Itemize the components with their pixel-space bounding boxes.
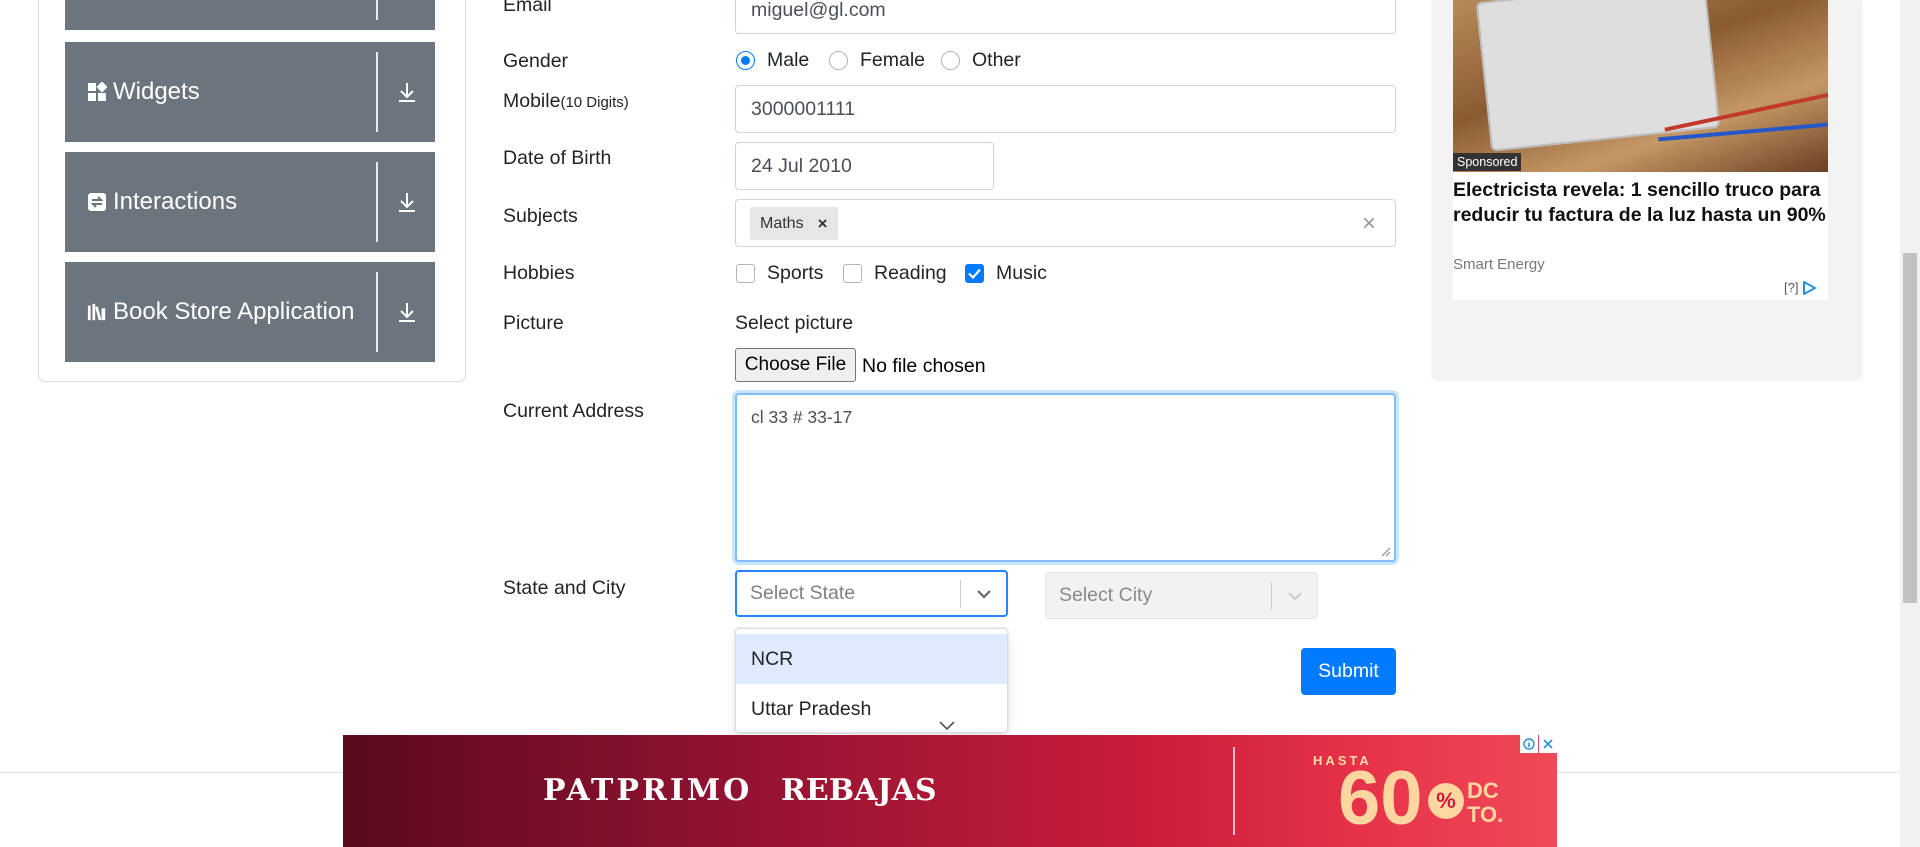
- banner-sale-text: REBAJAS: [781, 773, 937, 808]
- chevron-down-icon: [939, 721, 955, 731]
- banner-dcto-2: TO.: [1467, 802, 1504, 827]
- sidebar-group-widgets[interactable]: Widgets: [65, 42, 435, 142]
- state-option-ncr[interactable]: NCR: [736, 634, 1007, 684]
- radio-dot: [829, 51, 848, 70]
- email-label: Email: [503, 0, 552, 16]
- dob-field[interactable]: 24 Jul 2010: [735, 142, 994, 190]
- dob-label: Date of Birth: [503, 147, 612, 169]
- mobile-hint: (10 Digits): [560, 94, 629, 111]
- banner-brand: PATPRIMO: [543, 773, 753, 808]
- sidebar-group-book-store[interactable]: Book Store Application: [65, 262, 435, 362]
- banner-dcto-1: DC: [1467, 778, 1499, 803]
- hobby-reading-checkbox[interactable]: Reading: [843, 262, 947, 285]
- subject-chip-label: Maths: [760, 214, 804, 232]
- sidebar-group-label: Book Store Application: [113, 298, 355, 325]
- download-icon: [378, 81, 435, 103]
- gender-other-radio[interactable]: Other: [941, 49, 1021, 72]
- checkbox-label: Music: [996, 262, 1047, 284]
- address-value: cl 33 # 33-17: [751, 407, 853, 427]
- widgets-icon: [87, 82, 107, 102]
- close-icon[interactable]: [1539, 735, 1557, 753]
- city-placeholder: Select City: [1059, 584, 1153, 606]
- checkbox-label: Reading: [874, 262, 947, 284]
- ad-headline[interactable]: Electricista revela: 1 sencillo truco pa…: [1453, 178, 1828, 228]
- interactions-icon: [87, 192, 107, 212]
- sidebar-group-label: Interactions: [113, 188, 238, 215]
- address-textarea[interactable]: cl 33 # 33-17: [735, 393, 1396, 562]
- checkbox-label: Sports: [767, 262, 824, 284]
- hobbies-label: Hobbies: [503, 262, 575, 284]
- subject-chip: Maths ×: [750, 207, 838, 240]
- checkbox-box: [965, 264, 984, 283]
- sponsored-badge: Sponsored: [1453, 153, 1522, 171]
- sidebar-group-interactions[interactable]: Interactions: [65, 152, 435, 252]
- hobby-sports-checkbox[interactable]: Sports: [736, 262, 823, 285]
- email-value: miguel@gl.com: [751, 0, 886, 21]
- resize-handle-icon[interactable]: [1381, 547, 1391, 557]
- chevron-down-icon[interactable]: [961, 589, 1006, 599]
- state-city-label: State and City: [503, 577, 626, 599]
- divider: [376, 52, 378, 132]
- clear-icon[interactable]: ×: [1362, 210, 1376, 238]
- bottom-ad-banner[interactable]: PATPRIMO REBAJAS HASTA 60 % DC TO.: [343, 735, 1557, 847]
- email-field[interactable]: miguel@gl.com: [735, 0, 1396, 34]
- state-option-uttar-pradesh[interactable]: Uttar Pradesh: [736, 684, 1007, 732]
- address-label: Current Address: [503, 400, 644, 422]
- radio-label: Female: [860, 49, 926, 71]
- banner-dcto: DC TO.: [1467, 779, 1503, 827]
- chip-remove-icon[interactable]: ×: [818, 214, 828, 234]
- scrollbar-thumb[interactable]: [1903, 253, 1917, 603]
- banner-discount: 60: [1338, 756, 1423, 841]
- mobile-label-text: Mobile: [503, 90, 561, 112]
- city-select[interactable]: Select City: [1045, 572, 1318, 619]
- file-status: No file chosen: [862, 355, 986, 377]
- checkbox-box: [843, 264, 862, 283]
- adchoices-icon[interactable]: [1520, 735, 1538, 753]
- select-picture-label: Select picture: [735, 312, 854, 334]
- download-icon: [378, 191, 435, 213]
- state-dropdown-menu: NCR Uttar Pradesh: [735, 628, 1008, 733]
- ad-info[interactable]: [?]: [1784, 280, 1818, 295]
- check-icon: [968, 268, 981, 279]
- gender-label: Gender: [503, 50, 569, 72]
- dob-value: 24 Jul 2010: [751, 154, 852, 177]
- radio-dot: [736, 51, 755, 70]
- gender-male-radio[interactable]: Male: [736, 49, 809, 72]
- divider: [376, 162, 378, 242]
- download-icon: [378, 301, 435, 323]
- divider: [1233, 747, 1235, 835]
- chevron-down-icon: [1272, 591, 1317, 601]
- picture-label: Picture: [503, 312, 564, 334]
- bookstore-icon: [87, 302, 107, 322]
- ad-info-label: [?]: [1784, 280, 1799, 295]
- hobby-music-checkbox[interactable]: Music: [965, 262, 1047, 285]
- divider: [376, 272, 378, 352]
- adchoices-icon: [1803, 280, 1818, 295]
- ad-brand: Smart Energy: [1453, 256, 1545, 273]
- gender-female-radio[interactable]: Female: [829, 49, 925, 72]
- checkbox-box: [736, 264, 755, 283]
- radio-dot: [941, 51, 960, 70]
- submit-button[interactable]: Submit: [1301, 648, 1396, 695]
- choose-file-button[interactable]: Choose File: [735, 348, 856, 382]
- radio-label: Male: [767, 49, 810, 71]
- mobile-value: 3000001111: [751, 97, 856, 120]
- mobile-field[interactable]: 3000001111: [735, 85, 1396, 133]
- sidebar-group-label: Widgets: [113, 78, 200, 105]
- sidebar-ad[interactable]: Sponsored Electricista revela: 1 sencill…: [1433, 0, 1861, 379]
- subjects-label: Subjects: [503, 205, 578, 227]
- state-placeholder: Select State: [750, 582, 856, 604]
- ad-image[interactable]: [1453, 0, 1828, 172]
- mobile-label: Mobile(10 Digits): [503, 90, 629, 113]
- sidebar-group-previous[interactable]: [65, 0, 435, 30]
- radio-label: Other: [972, 49, 1021, 71]
- banner-percent: %: [1428, 783, 1464, 819]
- state-select[interactable]: Select State: [735, 570, 1008, 617]
